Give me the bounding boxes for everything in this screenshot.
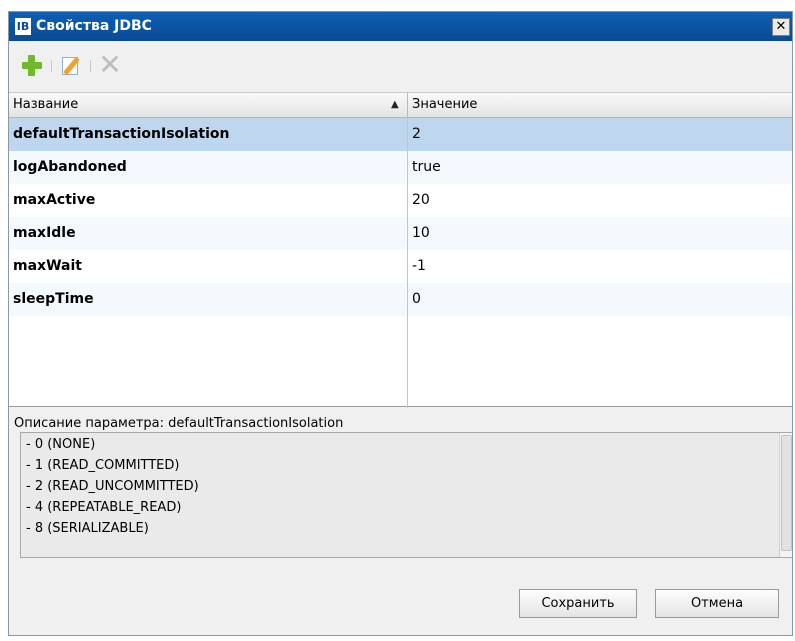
- description-line: - 4 (REPEATABLE_READ): [26, 500, 182, 515]
- column-divider: [407, 118, 408, 408]
- table-row[interactable]: maxActive 20: [9, 184, 792, 217]
- property-name: defaultTransactionIsolation: [13, 126, 230, 142]
- property-value[interactable]: 0: [408, 283, 792, 316]
- table-row[interactable]: maxIdle 10: [9, 217, 792, 250]
- sort-ascending-icon: ▲: [391, 99, 399, 110]
- description-line: - 8 (SERIALIZABLE): [26, 521, 149, 536]
- properties-table: Название ▲ Значение defaultTransactionIs…: [9, 92, 792, 408]
- description-line: - 0 (NONE): [26, 437, 96, 452]
- edit-icon[interactable]: [60, 53, 84, 77]
- property-value[interactable]: -1: [408, 250, 792, 283]
- description-label: Описание параметра: defaultTransactionIs…: [14, 416, 344, 431]
- toolbar-separator: [90, 60, 91, 72]
- column-header-value-label: Значение: [412, 97, 478, 112]
- column-header-value[interactable]: Значение: [408, 93, 792, 117]
- table-row[interactable]: maxWait -1: [9, 250, 792, 283]
- property-value[interactable]: 20: [408, 184, 792, 217]
- property-name: logAbandoned: [13, 159, 127, 175]
- property-value[interactable]: 10: [408, 217, 792, 250]
- toolbar: ✕: [9, 41, 792, 92]
- description-line: - 1 (READ_COMMITTED): [26, 458, 180, 473]
- property-name: sleepTime: [13, 291, 94, 307]
- description-scrollbar[interactable]: [779, 433, 792, 557]
- title-bar[interactable]: IB Свойства JDBC ✕: [9, 12, 792, 41]
- description-line: - 2 (READ_UNCOMMITTED): [26, 479, 199, 494]
- window-title: Свойства JDBC: [36, 18, 152, 34]
- property-name: maxActive: [13, 192, 96, 208]
- save-button[interactable]: Сохранить: [519, 589, 637, 618]
- scrollbar-thumb[interactable]: [781, 435, 792, 551]
- column-header-name[interactable]: Название ▲: [9, 93, 408, 117]
- table-row[interactable]: defaultTransactionIsolation 2: [9, 118, 792, 151]
- add-icon[interactable]: [21, 53, 45, 77]
- property-value[interactable]: 2: [408, 118, 792, 151]
- property-value[interactable]: true: [408, 151, 792, 184]
- column-header-name-label: Название: [13, 97, 79, 112]
- app-logo-icon: IB: [15, 18, 31, 35]
- property-name: maxWait: [13, 258, 82, 274]
- close-button[interactable]: ✕: [772, 18, 790, 36]
- cancel-button[interactable]: Отмена: [655, 589, 779, 618]
- table-header: Название ▲ Значение: [9, 93, 792, 118]
- table-row[interactable]: sleepTime 0: [9, 283, 792, 316]
- property-name: maxIdle: [13, 225, 76, 241]
- description-box: - 0 (NONE) - 1 (READ_COMMITTED) - 2 (REA…: [20, 432, 792, 558]
- toolbar-separator: [51, 60, 52, 72]
- delete-icon[interactable]: ✕: [98, 51, 122, 79]
- jdbc-properties-dialog: IB Свойства JDBC ✕ ✕ Название ▲ Значение…: [8, 11, 793, 636]
- table-row[interactable]: logAbandoned true: [9, 151, 792, 184]
